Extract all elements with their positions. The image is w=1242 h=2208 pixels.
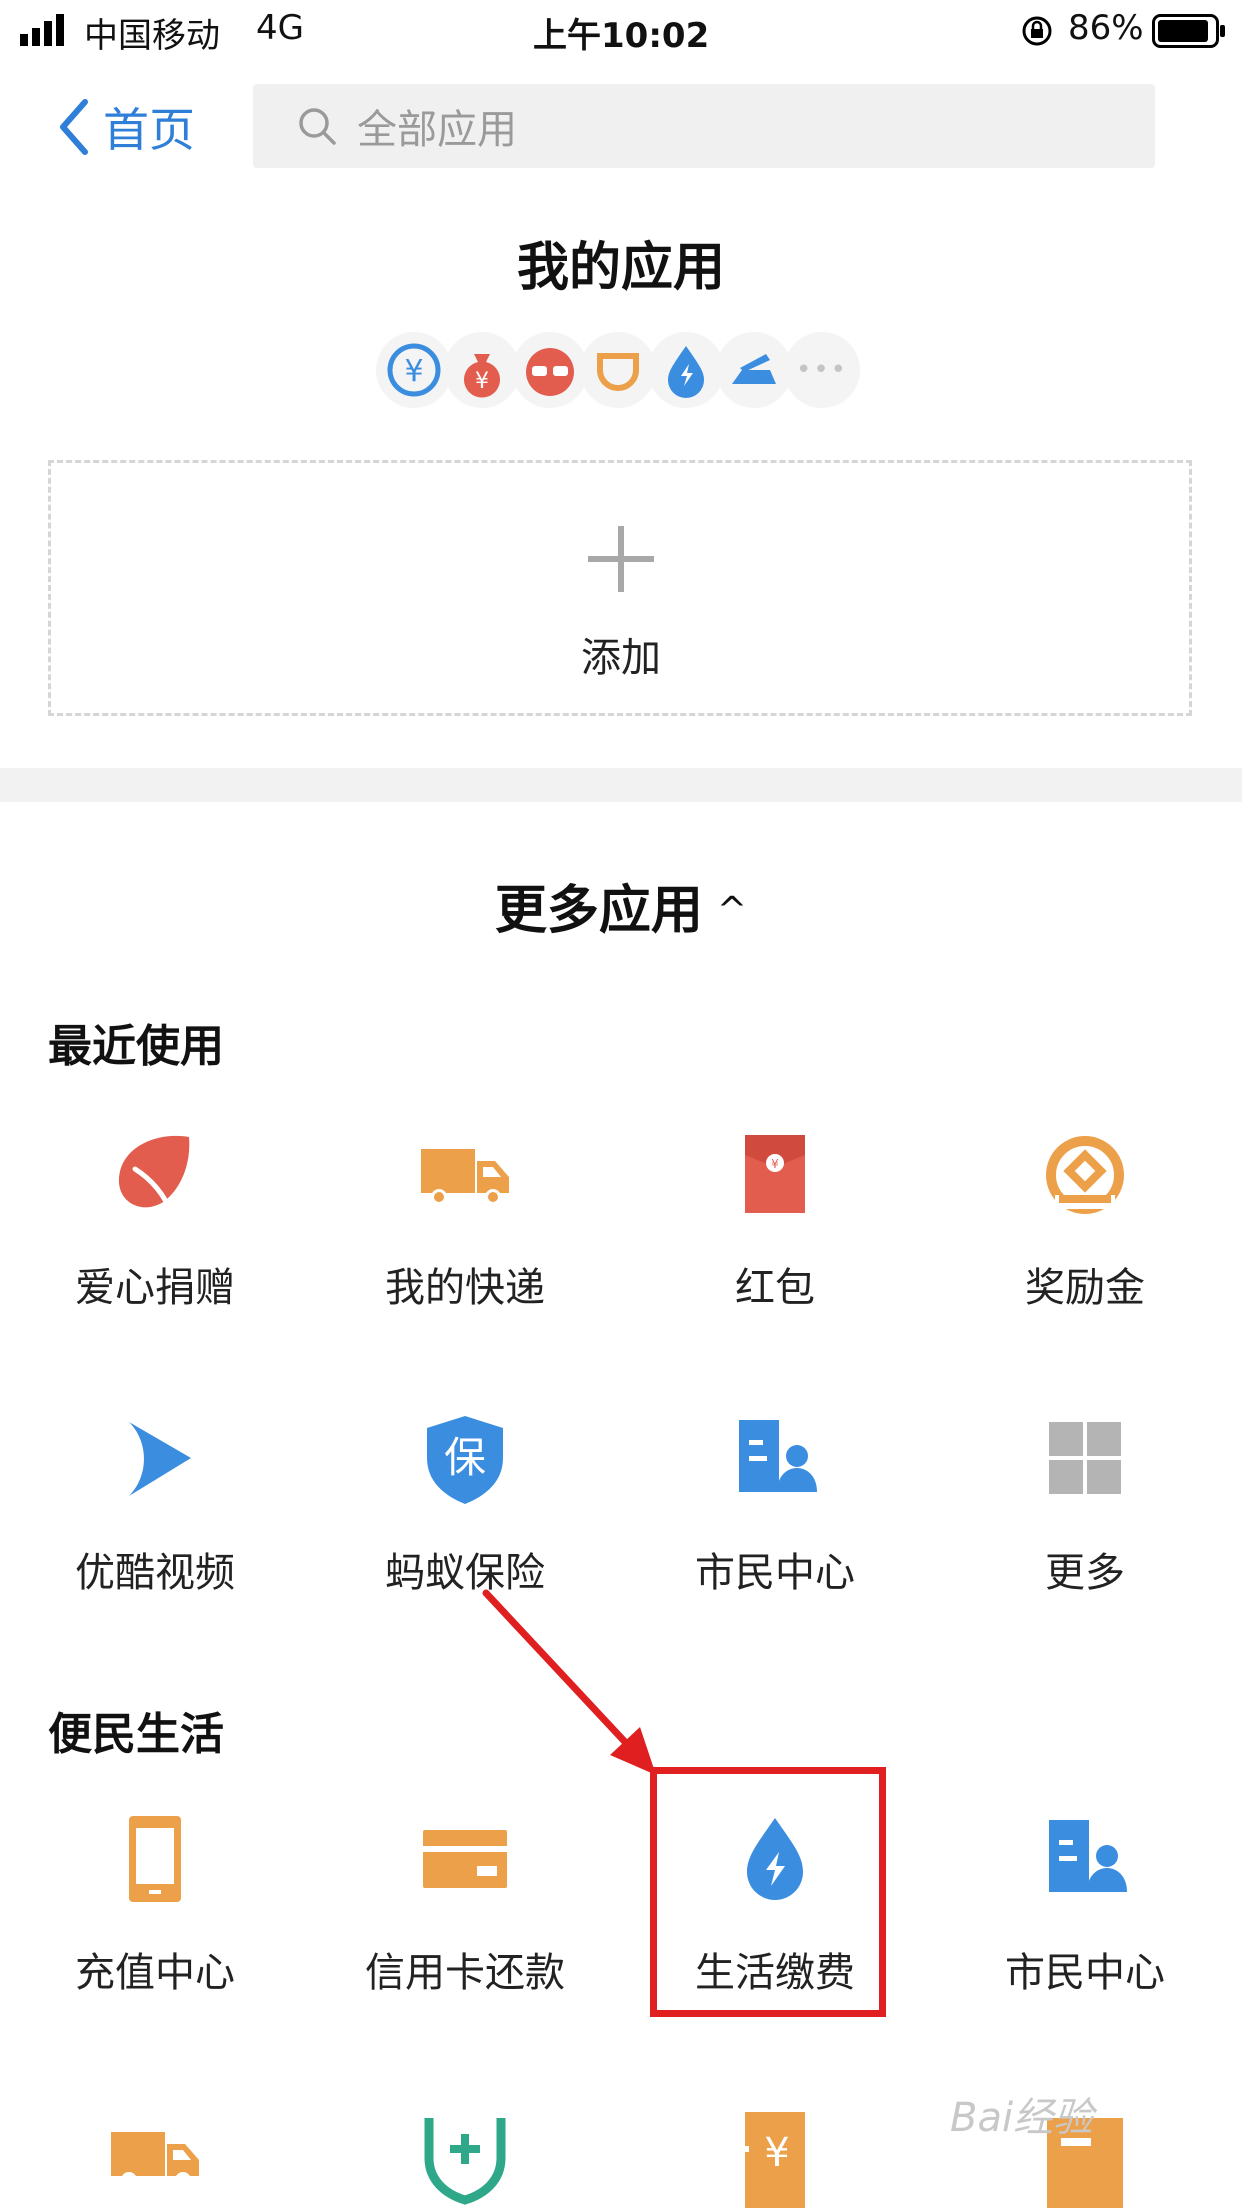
status-bar: 中国移动 4G 上午10:02 86%: [0, 0, 1242, 62]
water-drop-icon[interactable]: [648, 332, 724, 408]
app-recharge-center[interactable]: 充值中心: [0, 1810, 310, 1998]
more-dots-icon[interactable]: •••: [784, 332, 860, 408]
app-red-envelope[interactable]: ¥ 红包: [620, 1125, 930, 1313]
svg-text:¥: ¥: [475, 369, 489, 394]
truck-icon[interactable]: [105, 2108, 205, 2208]
app-label: 爱心捐赠: [75, 1265, 235, 1311]
app-citizen-center-2[interactable]: 市民中心: [930, 1810, 1240, 1998]
svg-text:¥: ¥: [404, 354, 423, 389]
search-placeholder: 全部应用: [357, 107, 517, 153]
app-my-express[interactable]: 我的快递: [310, 1125, 620, 1313]
add-label: 添加: [581, 635, 661, 681]
cup-icon[interactable]: [580, 332, 656, 408]
chevron-up-icon[interactable]: ^: [717, 890, 747, 931]
credit-card-icon: [423, 1830, 507, 1888]
more-apps-title[interactable]: 更多应用 ^: [0, 868, 1242, 943]
my-apps-shortcuts[interactable]: ¥ ¥ •••: [376, 332, 860, 408]
back-button[interactable]: 首页: [55, 92, 195, 162]
app-citizen-center[interactable]: 市民中心: [620, 1410, 930, 1598]
highlight-box: [650, 1767, 886, 2017]
app-label: 信用卡还款: [365, 1950, 565, 1996]
app-more[interactable]: 更多: [930, 1410, 1240, 1598]
app-label: 更多: [1045, 1550, 1125, 1596]
life-section-title: 便民生活: [48, 1709, 224, 1760]
app-label: 红包: [735, 1265, 815, 1311]
medical-shield-icon[interactable]: [415, 2108, 515, 2208]
my-apps-title: 我的应用: [516, 238, 725, 298]
carrier-name: 中国移动: [84, 16, 220, 56]
battery-icon: [1152, 14, 1225, 48]
app-label: 我的快递: [385, 1265, 545, 1311]
search-input[interactable]: 全部应用: [253, 84, 1155, 168]
chevron-left-icon: [60, 99, 88, 155]
signal-icon: [20, 14, 64, 46]
grid-icon: [1049, 1422, 1121, 1494]
app-label: 奖励金: [1025, 1265, 1145, 1311]
rotation-lock-icon: [1022, 16, 1052, 46]
citizen-icon: [1049, 1820, 1127, 1892]
svg-text:¥: ¥: [764, 2130, 789, 2176]
heart-leaf-icon: [118, 1135, 190, 1216]
play-icon: [129, 1422, 191, 1496]
annotation-arrow: [482, 1589, 656, 1775]
watermark: Bai经验: [950, 2095, 1094, 2141]
svg-text:保: 保: [444, 1433, 486, 1482]
app-youku[interactable]: 优酷视频: [0, 1410, 310, 1598]
citizen-icon: [739, 1420, 817, 1492]
clock: 上午10:02: [533, 16, 710, 56]
app-label: 充值中心: [75, 1950, 235, 1996]
app-love-donation[interactable]: 爱心捐赠: [0, 1125, 310, 1313]
app-label: 优酷视频: [75, 1550, 235, 1596]
back-label: 首页: [103, 103, 195, 157]
phone-icon: [129, 1816, 181, 1902]
network-type: 4G: [256, 8, 304, 48]
app-ant-insurance[interactable]: 保 蚂蚁保险: [310, 1410, 620, 1598]
truck-icon: [421, 1149, 509, 1205]
money-bag-icon[interactable]: ¥: [444, 332, 520, 408]
section-divider: [0, 768, 1242, 802]
currency-exchange-icon[interactable]: ¥: [376, 332, 452, 408]
app-label: 市民中心: [1005, 1950, 1165, 1996]
glasses-icon[interactable]: [512, 332, 588, 408]
app-reward[interactable]: 奖励金: [930, 1125, 1240, 1313]
transport-icon[interactable]: [716, 332, 792, 408]
recent-section-title: 最近使用: [48, 1021, 224, 1072]
reward-icon: [1046, 1136, 1124, 1214]
search-icon: [299, 108, 336, 145]
battery-percent: 86%: [1068, 8, 1144, 48]
red-envelope-icon: ¥: [745, 1135, 805, 1213]
shield-icon: 保: [427, 1416, 503, 1504]
tax-icon[interactable]: ¥: [725, 2108, 825, 2208]
plus-icon[interactable]: [586, 524, 656, 594]
svg-text:¥: ¥: [771, 1157, 779, 1171]
app-credit-card[interactable]: 信用卡还款: [310, 1810, 620, 1998]
